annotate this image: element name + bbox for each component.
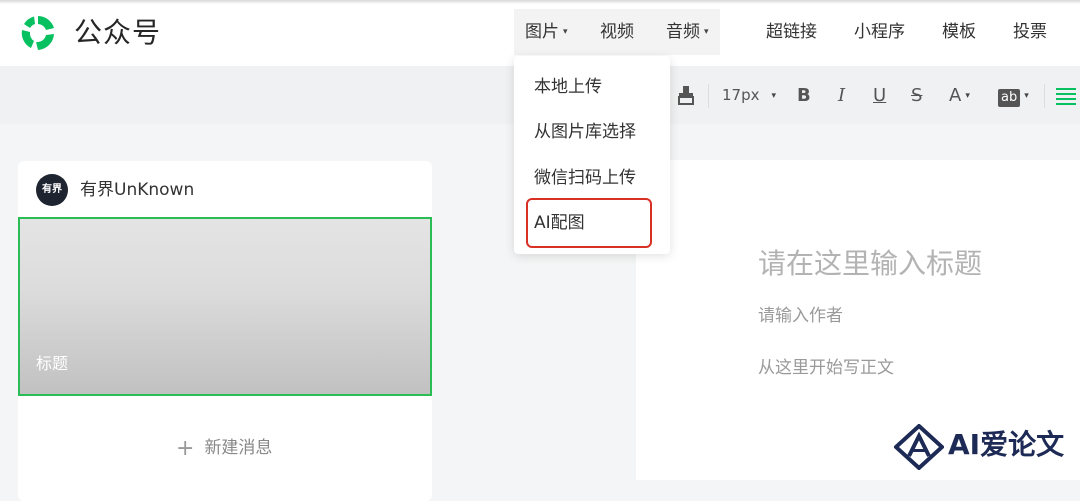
font-size-select[interactable]: 17px ▾ (722, 86, 776, 104)
caret-down-icon: ▾ (704, 27, 709, 37)
cover-title: 标题 (36, 354, 69, 373)
caret-down-icon: ▾ (771, 90, 777, 101)
account-name: 有界UnKnown (80, 180, 195, 200)
ai-watermark-logo-icon (894, 424, 944, 470)
plus-icon: + (176, 436, 195, 461)
title-input[interactable]: 请在这里输入标题 (758, 246, 982, 282)
header-shadow (0, 0, 1080, 4)
tab-template[interactable]: 模板 (942, 18, 976, 46)
menu-item-wechat-scan-upload[interactable]: 微信扫码上传 (534, 165, 636, 191)
strikethrough-button[interactable]: S (911, 84, 922, 108)
author-input[interactable]: 请输入作者 (758, 304, 843, 328)
tab-audio[interactable]: 音频 ▾ (666, 18, 709, 46)
tab-video[interactable]: 视频 (600, 18, 634, 46)
menu-item-local-upload[interactable]: 本地上传 (534, 74, 602, 100)
tab-vote[interactable]: 投票 (1013, 18, 1047, 46)
tab-image[interactable]: 图片 ▾ (525, 18, 568, 46)
tab-mini-program[interactable]: 小程序 (854, 18, 905, 46)
background-color-button[interactable]: ab ▾ (998, 84, 1029, 108)
italic-button[interactable]: I (838, 84, 845, 108)
menu-item-choose-from-library[interactable]: 从图片库选择 (534, 119, 636, 145)
bold-button[interactable]: B (797, 84, 811, 108)
caret-down-icon: ▾ (965, 91, 970, 101)
toolbar-divider (708, 84, 709, 108)
tab-hyperlink[interactable]: 超链接 (766, 18, 817, 46)
caret-down-icon: ▾ (1024, 91, 1029, 101)
font-color-button[interactable]: A ▾ (949, 84, 970, 108)
align-justify-icon[interactable] (1056, 86, 1076, 106)
ai-image-highlight-box (526, 198, 652, 248)
underline-button[interactable]: U (873, 84, 886, 108)
article-cover-selected[interactable] (18, 217, 432, 396)
account-avatar: 有界 (36, 174, 68, 206)
body-input[interactable]: 从这里开始写正文 (758, 356, 894, 380)
caret-down-icon: ▾ (563, 27, 568, 37)
watermark-text: AI爱论文 (948, 428, 1065, 461)
format-painter-icon[interactable] (676, 84, 696, 106)
new-message-button[interactable]: + 新建消息 (176, 436, 272, 461)
brand-title: 公众号 (74, 16, 162, 49)
wechat-official-account-logo-icon (21, 16, 54, 50)
toolbar-divider (1044, 84, 1045, 108)
